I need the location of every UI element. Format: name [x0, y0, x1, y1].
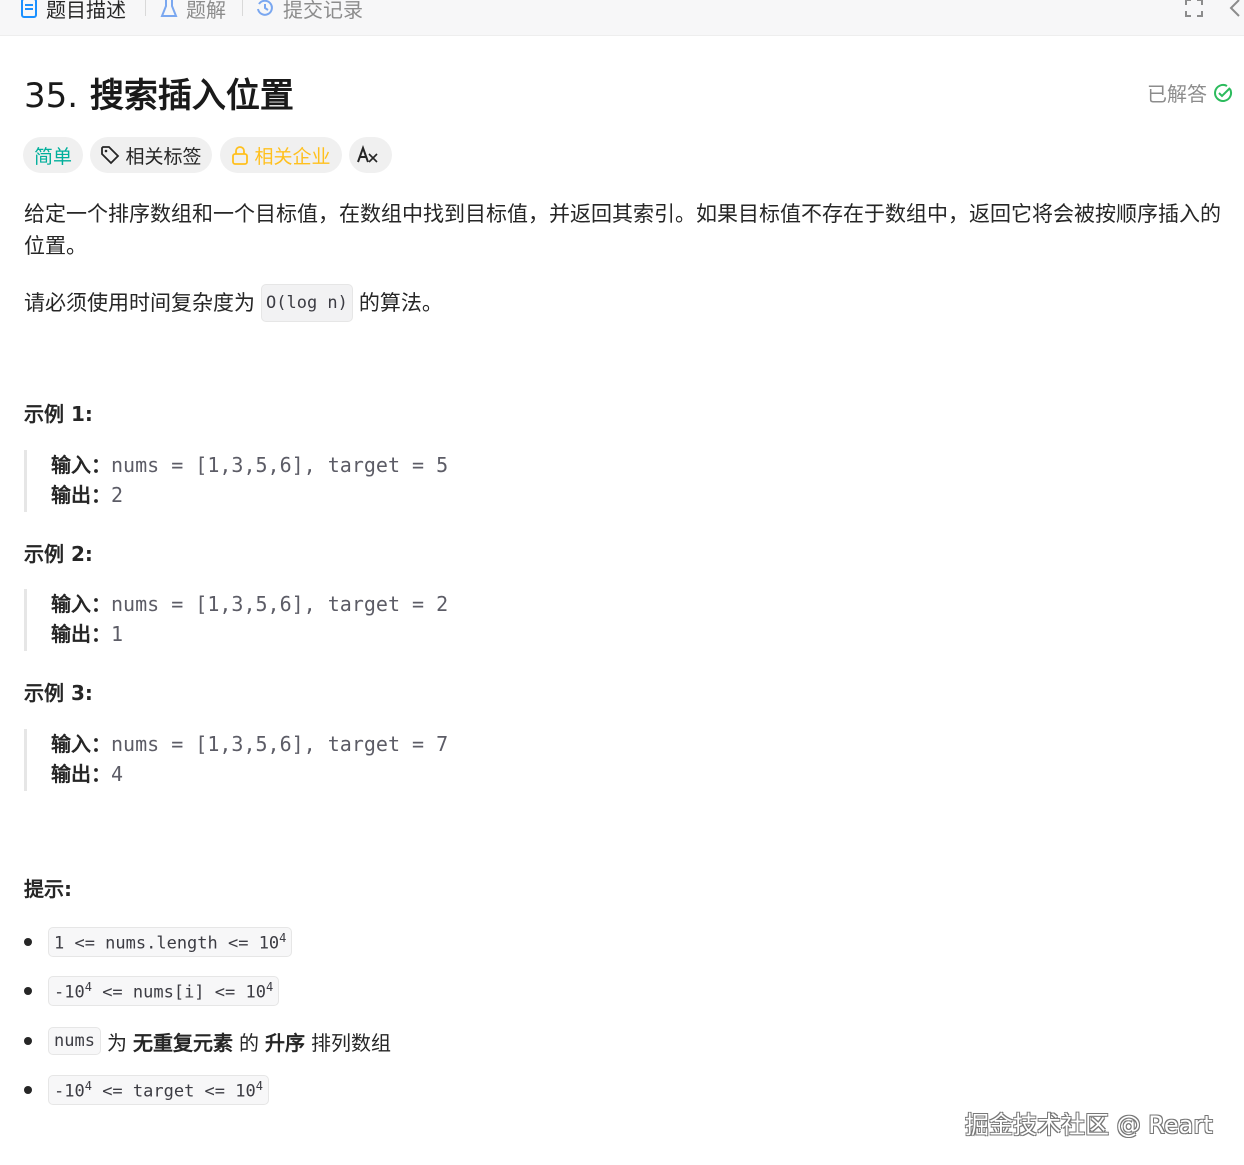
page-title[interactable]: 35. 搜索插入位置: [24, 68, 294, 117]
output-value: 2: [111, 483, 124, 507]
translate-icon: [357, 145, 378, 163]
tab-separator: [145, 0, 146, 16]
output-value: 1: [111, 622, 124, 646]
output-label: 输出：: [51, 483, 111, 507]
document-icon: [21, 0, 37, 18]
hint-item: -104 <= target <= 104: [24, 1074, 269, 1106]
hint-code: -104 <= nums[i] <= 104: [48, 975, 280, 1007]
fullscreen-icon[interactable]: [1184, 0, 1204, 18]
example-title: 示例 1:: [24, 402, 93, 426]
hint-text: 为: [106, 1030, 127, 1055]
hint-bold-text: 无重复元素: [132, 1030, 233, 1055]
output-label: 输出：: [51, 622, 111, 646]
exponent: 4: [255, 1078, 263, 1093]
input-value: nums = [1,3,5,6], target = 5: [111, 453, 449, 477]
hint-item: -104 <= nums[i] <= 104: [24, 975, 280, 1007]
hints-title: 提示:: [24, 877, 72, 901]
tab-bar: 题目描述 题解 提交记录: [0, 0, 1244, 36]
input-label: 输入：: [51, 592, 111, 616]
hint-text: 排列数组: [310, 1030, 391, 1055]
exponent: 4: [84, 1078, 92, 1093]
translate-button[interactable]: [349, 137, 392, 173]
example-block: 输入：nums = [1,3,5,6], target = 2 输出：1: [24, 589, 624, 651]
bullet: [24, 1086, 32, 1094]
hint-code: nums: [48, 1027, 101, 1055]
tab-submissions-label: 提交记录: [283, 0, 363, 22]
difficulty-badge: 简单: [23, 137, 83, 173]
tab-solutions-label: 题解: [186, 0, 226, 22]
tab-solutions[interactable]: 题解: [160, 0, 226, 22]
related-companies-button[interactable]: 相关企业: [220, 137, 342, 173]
hint-item: nums 为 无重复元素 的 升序 排列数组: [24, 1026, 397, 1056]
chevron-left-icon[interactable]: [1228, 0, 1242, 18]
difficulty-label: 简单: [33, 145, 72, 168]
tag-icon: [101, 146, 120, 165]
example-block: 输入：nums = [1,3,5,6], target = 7 输出：4: [24, 729, 624, 791]
hint-code-text: <= nums[i] <= 10: [91, 982, 266, 1003]
check-circle-icon: [1214, 83, 1233, 102]
hint-code-text: -10: [54, 1081, 85, 1102]
requirement-text-after: 的算法。: [358, 291, 443, 315]
output-label: 输出：: [51, 762, 111, 786]
tab-submissions[interactable]: 提交记录: [255, 0, 363, 22]
hint-code-text: -10: [54, 982, 85, 1003]
lock-icon: [232, 146, 249, 165]
history-icon: [257, 0, 273, 16]
exponent: 4: [279, 930, 287, 945]
hint-text: 的: [238, 1030, 259, 1055]
complexity-requirement: 请必须使用时间复杂度为 O(log n) 的算法。: [24, 284, 443, 322]
bullet: [24, 938, 32, 946]
solved-status: 已解答: [1147, 78, 1233, 107]
related-tags-button[interactable]: 相关标签: [90, 137, 212, 173]
input-label: 输入：: [51, 453, 111, 477]
flask-icon: [160, 0, 178, 17]
hint-code: 1 <= nums.length <= 104: [48, 926, 293, 958]
problem-title: 搜索插入位置: [89, 76, 294, 116]
example-title: 示例 2:: [24, 542, 93, 566]
example-title: 示例 3:: [24, 681, 93, 705]
problem-number: 35.: [24, 76, 79, 116]
solved-label: 已解答: [1147, 82, 1207, 106]
related-tags-label: 相关标签: [125, 145, 202, 168]
tab-separator: [242, 0, 243, 16]
hint-item: 1 <= nums.length <= 104: [24, 926, 293, 958]
input-value: nums = [1,3,5,6], target = 7: [111, 732, 449, 756]
hint-code-text: 1 <= nums.length <= 10: [54, 933, 280, 954]
bullet: [24, 1037, 32, 1045]
output-value: 4: [111, 762, 124, 786]
input-label: 输入：: [51, 732, 111, 756]
requirement-text-before: 请必须使用时间复杂度为: [24, 291, 255, 315]
problem-description: 给定一个排序数组和一个目标值，在数组中找到目标值，并返回其索引。如果目标值不存在…: [24, 202, 1221, 258]
exponent: 4: [265, 979, 274, 994]
example-block: 输入：nums = [1,3,5,6], target = 5 输出：2: [24, 450, 624, 512]
complexity-code: O(log n): [261, 284, 353, 322]
related-companies-label: 相关企业: [254, 145, 331, 168]
bullet: [24, 987, 32, 995]
hint-code-text: <= target <= 10: [91, 1081, 256, 1102]
hint-code: -104 <= target <= 104: [48, 1074, 269, 1106]
input-value: nums = [1,3,5,6], target = 2: [111, 592, 449, 616]
tab-description-label: 题目描述: [46, 0, 126, 22]
exponent: 4: [84, 979, 92, 994]
watermark: 掘金技术社区 @ Reart: [965, 1111, 1213, 1139]
tab-description[interactable]: 题目描述: [20, 0, 126, 22]
hint-bold-text: 升序: [264, 1030, 305, 1055]
